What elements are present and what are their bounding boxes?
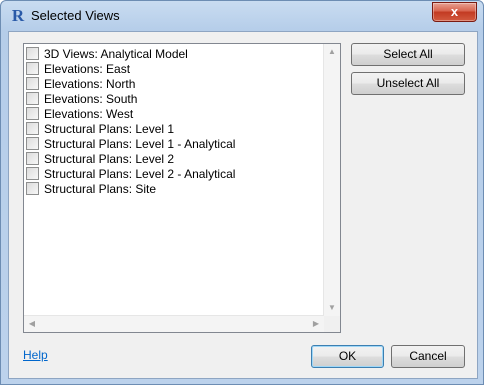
list-item[interactable]: Structural Plans: Level 2	[26, 151, 174, 166]
checkbox[interactable]	[26, 62, 39, 75]
list-item[interactable]: Elevations: West	[26, 106, 133, 121]
checkbox[interactable]	[26, 152, 39, 165]
scroll-right-icon[interactable]: ▶	[308, 316, 324, 332]
list-item-label: Structural Plans: Level 1	[44, 121, 175, 136]
list-item-label: Elevations: South	[44, 91, 138, 106]
close-icon: x	[450, 4, 459, 19]
list-item-label: Elevations: West	[44, 106, 134, 121]
scrollbar-corner	[324, 316, 340, 332]
scroll-left-icon[interactable]: ◀	[24, 316, 40, 332]
list-item-label: 3D Views: Analytical Model	[44, 46, 188, 61]
dialog-window: R Selected Views x 3D Views: Analytical …	[0, 0, 484, 385]
views-list-viewport: 3D Views: Analytical Model Elevations: E…	[24, 44, 324, 316]
select-all-button[interactable]: Select All	[351, 43, 465, 66]
checkbox[interactable]	[26, 47, 39, 60]
checkbox[interactable]	[26, 122, 39, 135]
checkbox[interactable]	[26, 137, 39, 150]
list-item[interactable]: Structural Plans: Level 1 - Analytical	[26, 136, 235, 151]
checkbox[interactable]	[26, 107, 39, 120]
list-item-label: Structural Plans: Level 1 - Analytical	[44, 136, 236, 151]
dialog-body: 3D Views: Analytical Model Elevations: E…	[8, 31, 478, 379]
scroll-down-icon[interactable]: ▼	[324, 300, 340, 316]
list-item-label: Elevations: East	[44, 61, 131, 76]
list-item[interactable]: Elevations: South	[26, 91, 137, 106]
scroll-up-icon[interactable]: ▲	[324, 44, 340, 60]
list-item[interactable]: Structural Plans: Site	[26, 181, 156, 196]
list-item-label: Structural Plans: Level 2	[44, 151, 175, 166]
ok-button[interactable]: OK	[311, 345, 384, 368]
list-item[interactable]: Elevations: North	[26, 76, 135, 91]
horizontal-scrollbar[interactable]: ◀ ▶	[24, 315, 324, 332]
checkbox[interactable]	[26, 92, 39, 105]
list-item-label: Structural Plans: Site	[44, 181, 157, 196]
checkbox[interactable]	[26, 77, 39, 90]
views-checklist[interactable]: 3D Views: Analytical Model Elevations: E…	[23, 43, 341, 333]
list-item[interactable]: Elevations: East	[26, 61, 130, 76]
checkbox[interactable]	[26, 182, 39, 195]
list-item-label: Structural Plans: Level 2 - Analytical	[44, 166, 236, 181]
list-item[interactable]: Structural Plans: Level 1	[26, 121, 174, 136]
list-item[interactable]: Structural Plans: Level 2 - Analytical	[26, 166, 235, 181]
dialog-title: Selected Views	[31, 8, 120, 23]
checkbox[interactable]	[26, 167, 39, 180]
list-item-label: Elevations: North	[44, 76, 136, 91]
title-bar[interactable]: R Selected Views x	[1, 1, 483, 31]
close-button[interactable]: x	[432, 2, 477, 22]
revit-r-icon: R	[11, 6, 25, 25]
help-link[interactable]: Help	[23, 348, 48, 362]
vertical-scrollbar[interactable]: ▲ ▼	[323, 44, 340, 316]
cancel-button[interactable]: Cancel	[391, 345, 465, 368]
unselect-all-button[interactable]: Unselect All	[351, 72, 465, 95]
list-item[interactable]: 3D Views: Analytical Model	[26, 46, 188, 61]
